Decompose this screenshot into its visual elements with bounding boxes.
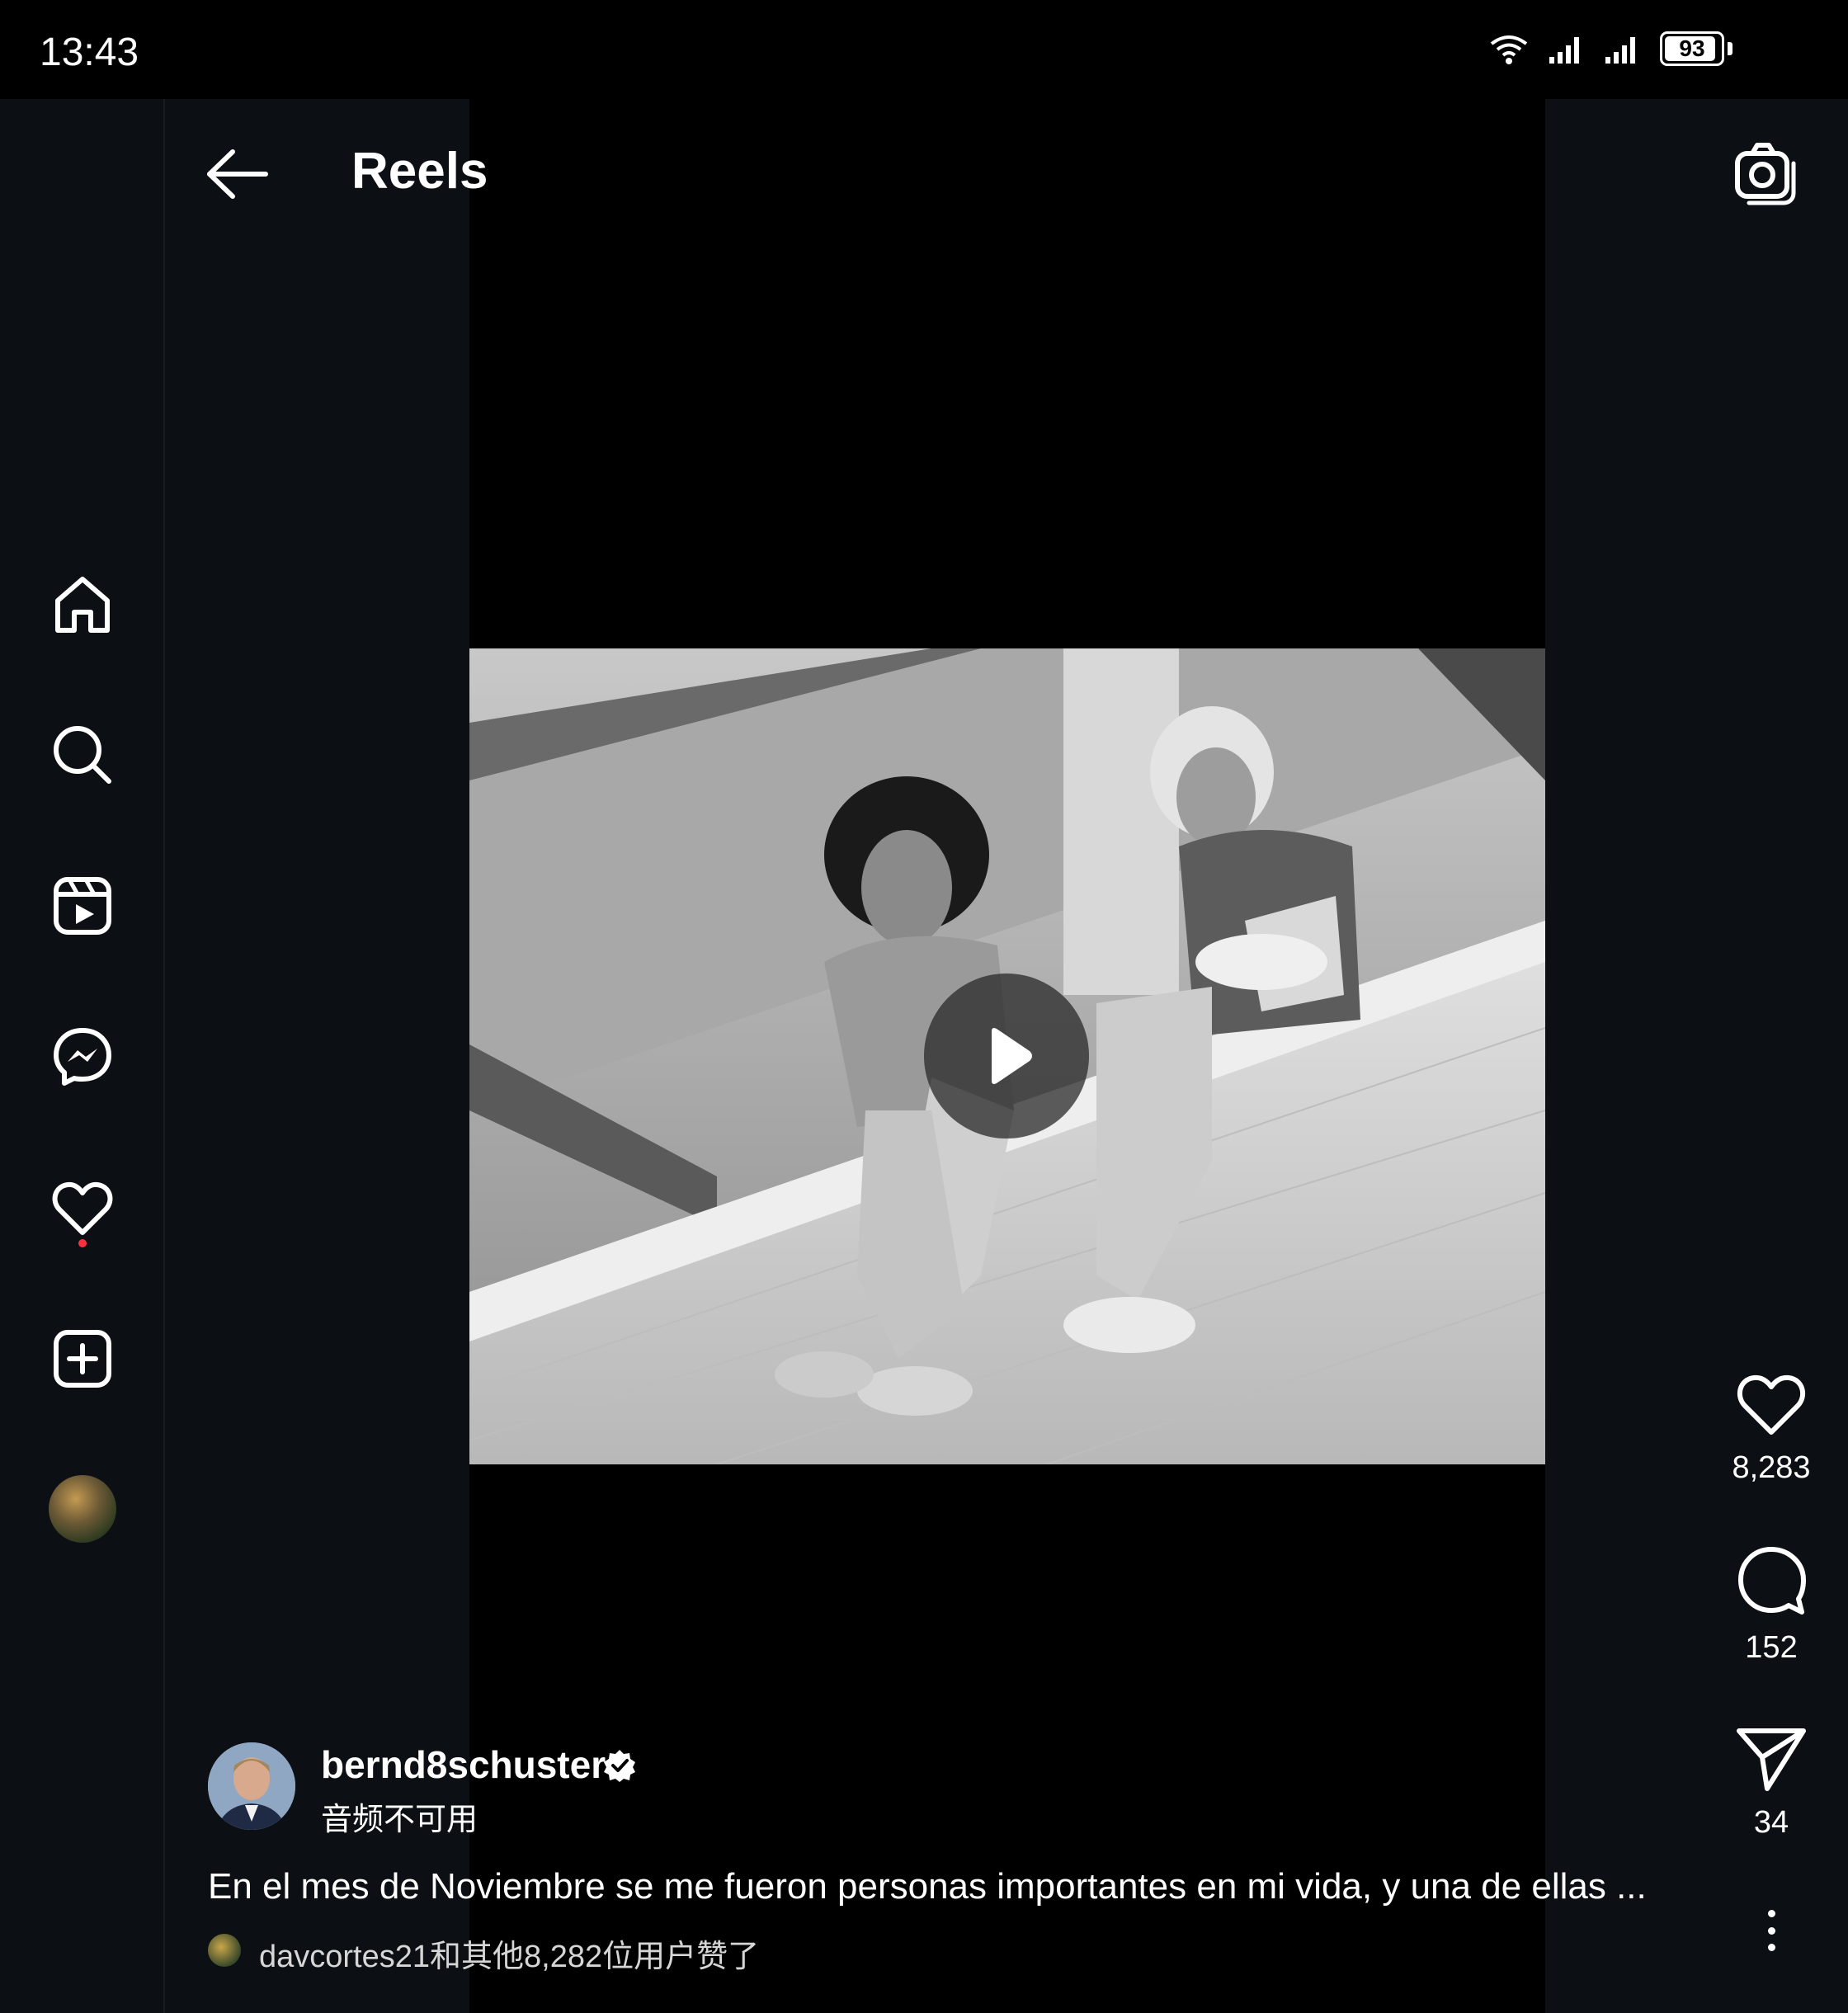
home-icon [55,577,110,633]
search-icon [54,726,111,784]
nav-profile-avatar[interactable] [49,1475,116,1543]
play-button[interactable] [924,974,1089,1138]
nav-search[interactable] [41,714,124,796]
status-icons: 93 [1488,31,1732,66]
author-avatar[interactable] [208,1742,295,1830]
reel-caption[interactable]: En el mes de Noviembre se me fueron pers… [208,1866,1647,1907]
share-count: 34 [1753,1805,1789,1840]
liked-by-text[interactable]: davcortes21和其他8,282位用户赞了 [259,1930,759,1976]
battery-icon: 93 [1660,31,1724,66]
heart-icon [1737,1374,1806,1435]
comment-count: 152 [1745,1630,1798,1665]
battery-tip [1728,42,1732,55]
verified-badge-icon [604,1750,635,1782]
comment-action[interactable]: 152 [1714,1544,1829,1666]
comment-icon [1738,1547,1806,1615]
battery-level: 93 [1679,35,1705,61]
share-icon [1737,1728,1806,1791]
plus-square-icon [54,1330,111,1388]
camera-icon[interactable] [1732,140,1798,206]
nav-create[interactable] [41,1318,124,1400]
nav-messenger[interactable] [41,1016,124,1098]
status-time: 13:43 [40,31,139,74]
like-count: 8,283 [1732,1450,1811,1485]
more-options-icon[interactable] [1753,1910,1789,1951]
wifi-icon [1490,35,1528,64]
liker-avatar [208,1934,241,1967]
play-icon [992,1028,1032,1084]
messenger-icon [54,1028,111,1086]
author-photo [208,1742,295,1830]
share-action[interactable]: 34 [1714,1724,1829,1841]
audio-label[interactable]: 音频不可用 [321,1794,478,1839]
back-button[interactable] [205,145,271,203]
like-action[interactable]: 8,283 [1714,1370,1829,1486]
page-title: Reels [351,143,488,200]
nav-notifications[interactable] [41,1167,124,1249]
signal-icon [1605,37,1635,64]
status-bar: 13:43 93 [0,0,1848,99]
notification-badge [78,1239,87,1247]
reels-icon [54,877,111,935]
nav-reels[interactable] [41,865,124,947]
signal-icon [1549,37,1579,64]
heart-icon [52,1181,113,1235]
nav-home[interactable] [41,563,124,645]
author-name[interactable]: bernd8schuster [321,1742,606,1787]
